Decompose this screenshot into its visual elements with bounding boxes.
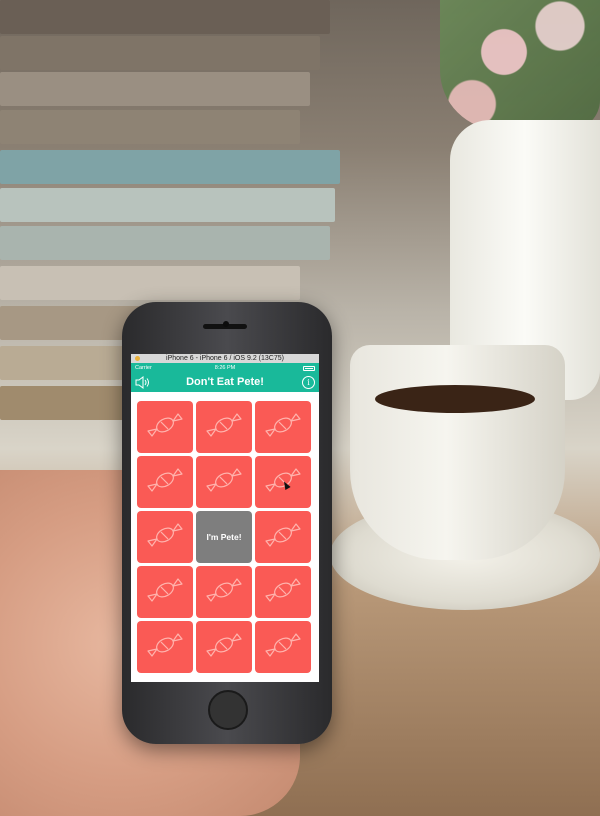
candy-tile[interactable] [255,621,311,673]
candy-icon [145,631,185,664]
background-cup [350,345,565,560]
simulator-title: iPhone 6 - iPhone 6 / iOS 9.2 (13C75) [166,355,284,362]
window-control-icon[interactable] [135,356,140,361]
background-coffee [375,385,535,413]
candy-tile[interactable] [196,456,252,508]
candy-tile[interactable] [196,401,252,453]
phone-camera [223,321,229,327]
home-button[interactable] [208,690,248,730]
simulator-title-bar: iPhone 6 - iPhone 6 / iOS 9.2 (13C75) [131,354,319,363]
candy-icon [145,576,185,609]
candy-tile[interactable] [137,456,193,508]
candy-icon [204,631,244,664]
pete-label: I'm Pete! [206,532,242,542]
candy-icon [263,576,303,609]
candy-tile[interactable] [137,621,193,673]
candy-tile[interactable] [255,401,311,453]
pete-tile[interactable]: I'm Pete! [196,511,252,563]
candy-icon [204,466,244,499]
candy-icon [263,521,303,554]
status-bar: Carrier 8:26 PM [131,363,319,373]
battery-icon [303,366,315,371]
app-title: Don't Eat Pete! [186,376,264,388]
candy-icon [145,521,185,554]
game-board: I'm Pete! [137,401,313,675]
candy-icon [145,411,185,444]
candy-tile[interactable] [137,566,193,618]
candy-tile[interactable] [137,511,193,563]
candy-tile[interactable] [196,566,252,618]
nav-bar: Don't Eat Pete! i [131,373,319,392]
background-flowers [440,0,600,130]
candy-icon [204,576,244,609]
info-icon[interactable]: i [302,376,315,389]
candy-tile[interactable] [255,511,311,563]
candy-icon [204,411,244,444]
app-screen: iPhone 6 - iPhone 6 / iOS 9.2 (13C75) Ca… [131,354,319,682]
candy-icon [145,466,185,499]
status-time: 8:26 PM [214,365,236,371]
candy-icon [263,631,303,664]
candy-tile[interactable] [196,621,252,673]
candy-tile[interactable] [137,401,193,453]
candy-tile[interactable] [255,566,311,618]
candy-icon [263,411,303,444]
